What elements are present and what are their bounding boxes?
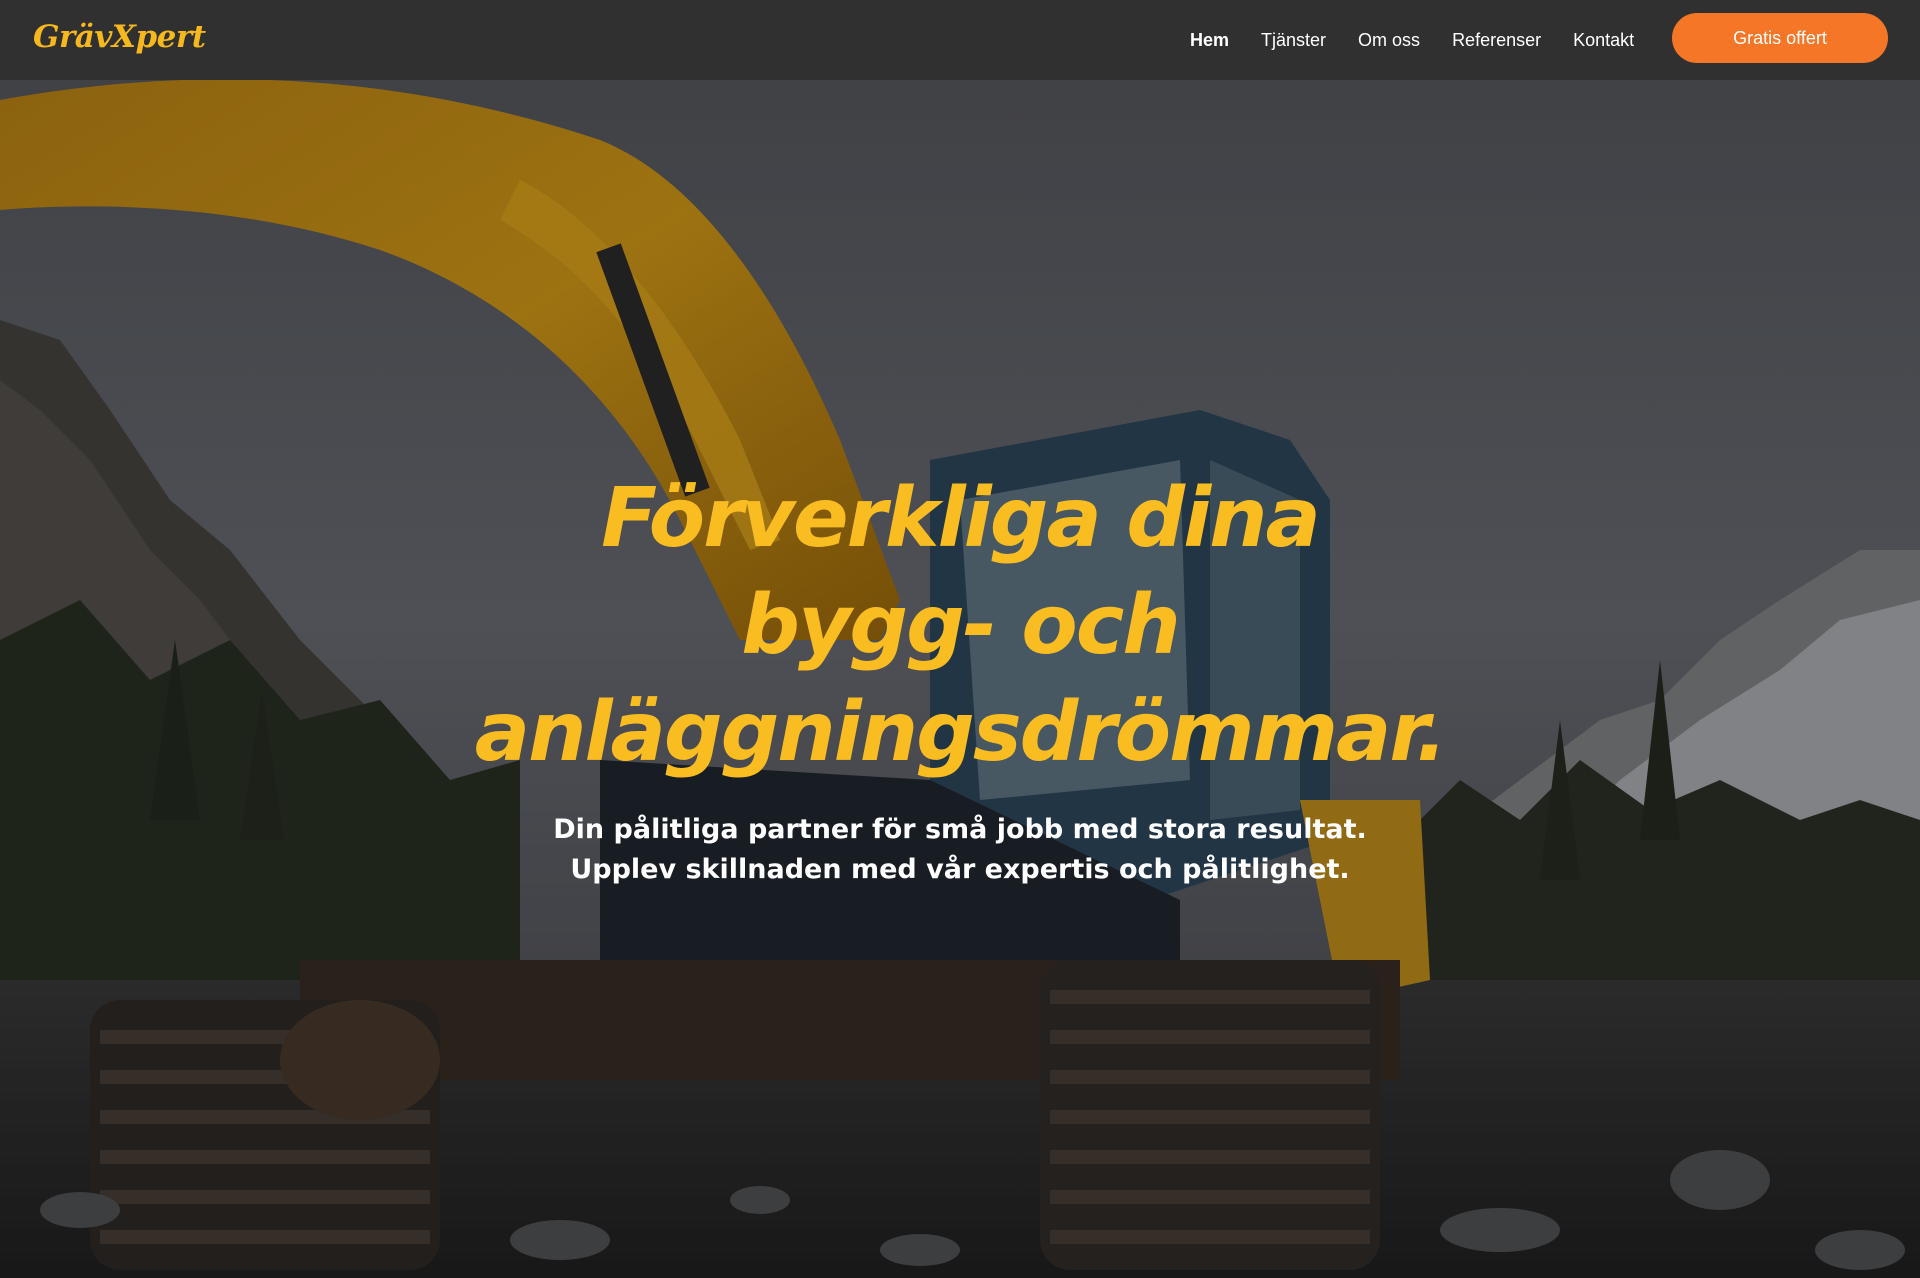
- nav-item-kontakt[interactable]: Kontakt: [1573, 30, 1634, 51]
- hero-headline-line: Förverkliga dina: [601, 471, 1321, 566]
- hero-section: Förverkliga dina bygg- och anläggningsdr…: [0, 80, 1920, 1278]
- nav-item-tjanster[interactable]: Tjänster: [1261, 30, 1326, 51]
- main-nav: Hem Tjänster Om oss Referenser Kontakt: [1190, 0, 1634, 80]
- nav-item-referenser[interactable]: Referenser: [1452, 30, 1541, 51]
- free-quote-button[interactable]: Gratis offert: [1672, 13, 1888, 63]
- top-navbar: GrävXpert Hem Tjänster Om oss Referenser…: [0, 0, 1920, 80]
- brand-logo[interactable]: GrävXpert: [33, 19, 206, 55]
- hero-subheadline: Din pålitliga partner för små jobb med s…: [360, 810, 1560, 890]
- hero-headline: Förverkliga dina bygg- och anläggningsdr…: [360, 465, 1560, 786]
- hero-subheadline-line: Upplev skillnaden med vår expertis och p…: [570, 854, 1350, 885]
- hero-headline-line: anläggningsdrömmar.: [474, 685, 1448, 780]
- nav-item-hem[interactable]: Hem: [1190, 30, 1229, 51]
- hero-subheadline-line: Din pålitliga partner för små jobb med s…: [553, 814, 1367, 845]
- hero-headline-line: bygg- och: [741, 578, 1180, 673]
- nav-item-om-oss[interactable]: Om oss: [1358, 30, 1420, 51]
- hero-content: Förverkliga dina bygg- och anläggningsdr…: [360, 465, 1560, 890]
